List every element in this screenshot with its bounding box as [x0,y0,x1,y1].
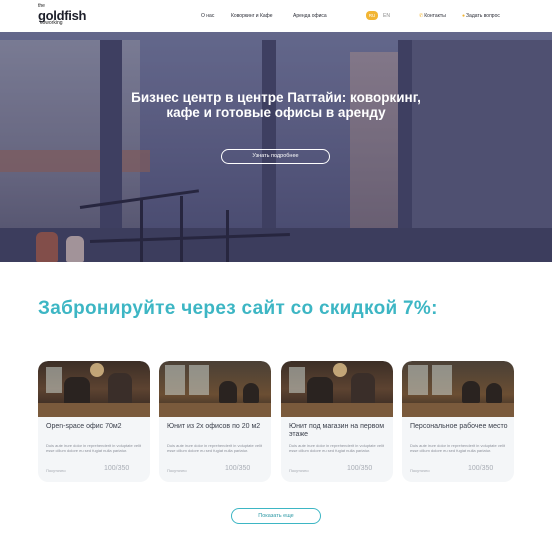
card-price: 100/350 [104,465,130,472]
offer-card[interactable]: Персональное рабочее место Duis aute iru… [402,361,514,482]
hero-overlay [0,0,552,262]
lang-ru-badge[interactable]: RU [366,11,378,20]
offer-card[interactable]: Юнит из 2х офисов по 20 м2 Duis aute iru… [159,361,271,482]
card-description: Duis aute irure dolor in reprehenderit i… [410,443,505,453]
promo-title-text: Забронируйте через сайт со скидкой 7%: [38,298,438,319]
nav-about[interactable]: О нас [201,13,214,19]
nav-contacts-label: Контакты [424,13,446,19]
offer-card[interactable]: Open-space офис 70м2 Duis aute irure dol… [38,361,150,482]
show-more-button[interactable]: Показать еще [231,508,321,524]
card-title: Open-space офис 70м2 [46,423,122,430]
nav-coworking[interactable]: Коворкинг и Кафе [231,13,273,19]
card-description: Duis aute irure dolor in reprehenderit i… [289,443,384,453]
card-photo [159,361,271,417]
learn-more-button[interactable]: Узнать подробнее [221,149,330,164]
nav-ask-question[interactable]: ●Задать вопрос [462,13,500,19]
card-photo [38,361,150,417]
card-photo [281,361,393,417]
lang-en-link[interactable]: EN [383,13,390,19]
nav-contacts[interactable]: ✆Контакты [419,13,446,19]
hero-title: Бизнес центр в центре Паттайи: коворкинг… [131,90,421,120]
card-price: 100/350 [468,465,494,472]
card-title: Юнит из 2х офисов по 20 м2 [167,423,261,430]
card-price: 100/350 [225,465,251,472]
brand-logo[interactable]: the goldfish coworking [38,4,86,26]
card-title: Юнит под магазин на первом этаже [289,423,385,438]
nav-office-rent[interactable]: Аренда офиса [293,13,327,19]
nav-ask-label: Задать вопрос [466,13,500,19]
offer-card[interactable]: Юнит под магазин на первом этаже Duis au… [281,361,393,482]
top-navbar: the goldfish coworking О нас Коворкинг и… [0,0,552,32]
card-price-label: Посуточно [46,468,66,473]
promo-title: Забронируйте через сайт со скидкой 7%: [38,298,438,319]
card-price-label: Посуточно [289,468,309,473]
card-photo [402,361,514,417]
phone-icon: ✆ [419,13,424,19]
card-description: Duis aute irure dolor in reprehenderit i… [167,443,262,453]
card-price-label: Посуточно [410,468,430,473]
card-price: 100/350 [347,465,373,472]
card-price-label: Посуточно [167,468,187,473]
card-title: Персональное рабочее место [410,423,508,430]
card-description: Duis aute irure dolor in reprehenderit i… [46,443,141,453]
chat-icon: ● [462,13,466,19]
hero-section [0,0,552,262]
